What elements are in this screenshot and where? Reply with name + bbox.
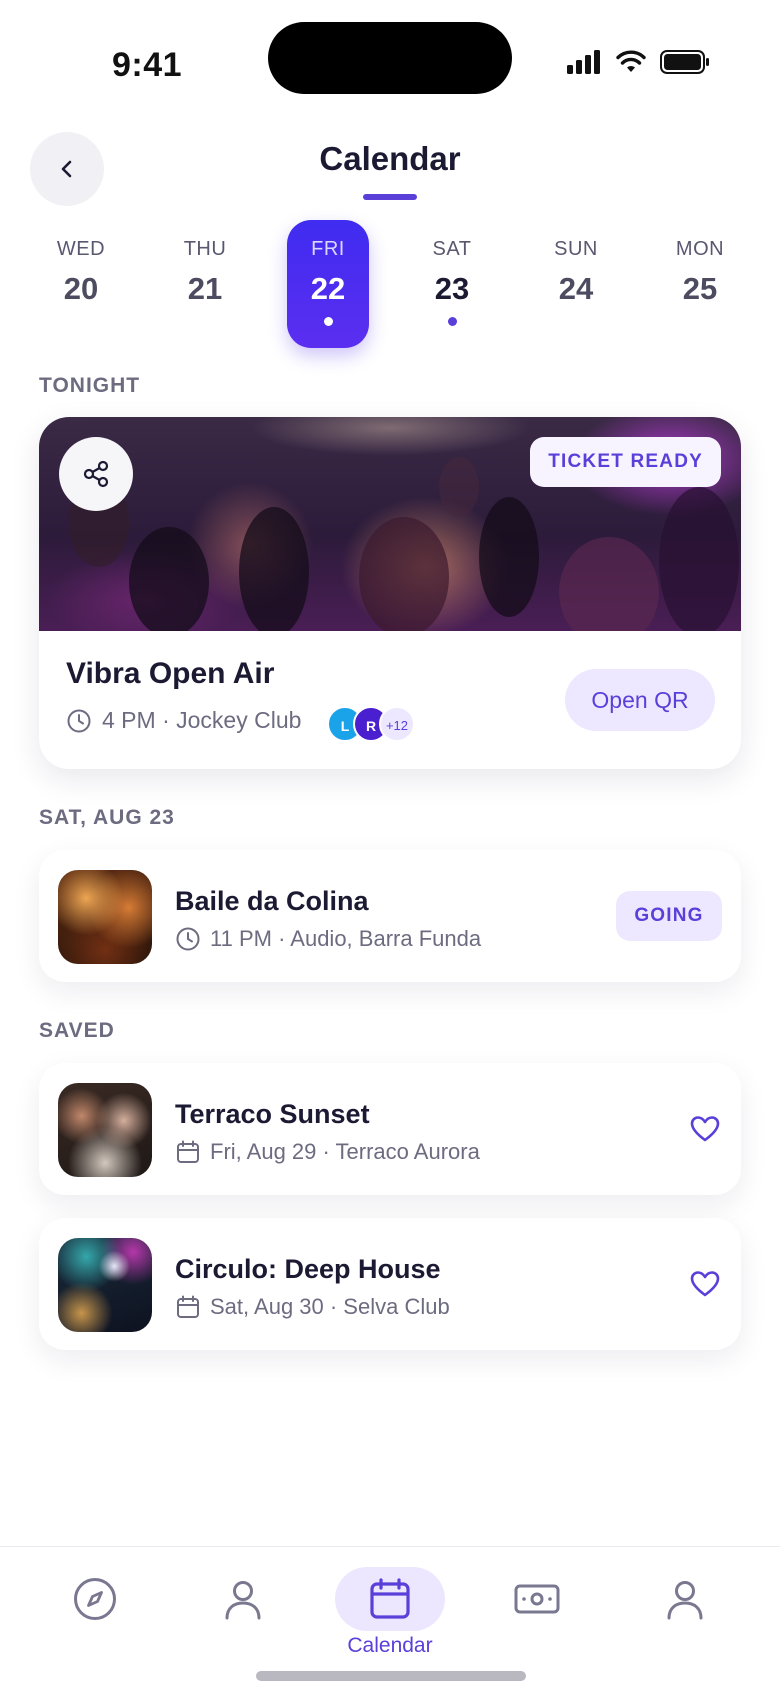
page-title: Calendar [319,140,461,177]
calendar-icon [370,1578,410,1619]
clock-icon [176,927,200,951]
day-of-week: SAT [432,238,472,260]
saved-event-card[interactable]: Circulo: Deep House Sat, Aug 30 · Selva … [39,1218,741,1350]
calendar-icon [177,1140,199,1163]
ticket-ready-badge: TICKET READY [530,437,721,487]
day-number: 23 [434,271,470,306]
battery-icon [660,50,709,74]
event-title: Terraco Sunset [175,1099,370,1129]
event-thumbnail [58,870,152,964]
day-sat[interactable]: SAT 23 [411,220,493,348]
home-indicator[interactable] [256,1671,526,1681]
status-icons [566,50,710,74]
dynamic-island [268,22,512,94]
section-label-date: SAT, AUG 23 [39,806,175,829]
event-card[interactable]: Baile da Colina 11 PM · Audio, Barra Fun… [39,850,741,982]
day-number: 20 [63,271,99,306]
share-button[interactable] [59,437,133,511]
app-screen: 9:41 Calendar WED 20 THU 21 FRI 22 SAT 2… [0,0,780,1696]
date-strip: WED 20 THU 21 FRI 22 SAT 23 SUN 24 MON 2… [38,220,742,348]
tab-explore[interactable] [40,1567,150,1631]
event-meta: Fri, Aug 29 · Terraco Aurora [175,1139,480,1165]
event-thumbnail [58,1238,152,1332]
user-icon [225,1581,261,1620]
calendar-icon [177,1295,199,1318]
section-label-tonight: TONIGHT [39,374,141,397]
day-number: 21 [187,271,223,306]
day-sun[interactable]: SUN 24 [535,220,617,348]
day-of-week: WED [56,238,106,260]
profile-icon [667,1581,703,1620]
going-badge[interactable]: GOING [616,891,722,941]
event-meta-text: Sat, Aug 30 · Selva Club [210,1294,450,1319]
day-wed[interactable]: WED 20 [40,220,122,348]
day-number: 22 [310,271,346,306]
heart-icon[interactable] [689,1113,721,1145]
day-of-week: THU [183,238,227,260]
saved-event-card[interactable]: Terraco Sunset Fri, Aug 29 · Terraco Aur… [39,1063,741,1195]
event-thumbnail [58,1083,152,1177]
day-of-week: FRI [311,238,345,260]
tab-friends[interactable] [188,1567,298,1631]
event-dot [323,317,333,326]
day-number: 25 [682,271,718,306]
event-meta: Sat, Aug 30 · Selva Club [175,1294,450,1320]
event-title: Baile da Colina [175,886,369,916]
day-thu[interactable]: THU 21 [164,220,246,348]
day-of-week: MON [675,238,725,260]
avatar-more-count: +12 [379,706,415,742]
tab-profile[interactable] [630,1567,740,1631]
day-of-week: SUN [554,238,598,260]
open-qr-button[interactable]: Open QR [565,669,715,731]
event-meta-text: 11 PM · Audio, Barra Funda [210,926,482,951]
status-time: 9:41 [112,46,183,84]
day-number: 24 [558,271,594,306]
wifi-icon [616,50,646,72]
event-meta: 4 PM · Jockey Club [66,707,301,734]
tab-calendar[interactable] [335,1567,445,1631]
clock-icon [67,709,91,732]
featured-event-card[interactable]: TICKET READY Vibra Open Air 4 PM · Jocke… [39,417,741,769]
section-label-saved: SAVED [39,1019,115,1042]
event-dot [447,317,457,326]
tab-tickets[interactable] [482,1567,592,1631]
heart-icon[interactable] [689,1268,721,1300]
event-photo: TICKET READY [39,417,741,631]
event-title: Circulo: Deep House [175,1254,441,1284]
event-meta-text: 4 PM · Jockey Club [102,707,302,733]
ticket-icon [514,1584,560,1614]
signal-icon [567,50,600,74]
event-meta: 11 PM · Audio, Barra Funda [175,926,481,952]
attendee-avatars[interactable]: L R +12 [327,706,427,742]
title-underline [363,194,417,200]
event-meta-text: Fri, Aug 29 · Terraco Aurora [210,1139,480,1164]
event-title: Vibra Open Air [66,657,275,690]
day-fri[interactable]: FRI 22 [287,220,369,348]
active-tab-label[interactable]: Calendar [0,1634,780,1658]
day-mon[interactable]: MON 25 [659,220,741,348]
compass-icon [74,1578,116,1620]
share-icon [83,460,109,488]
